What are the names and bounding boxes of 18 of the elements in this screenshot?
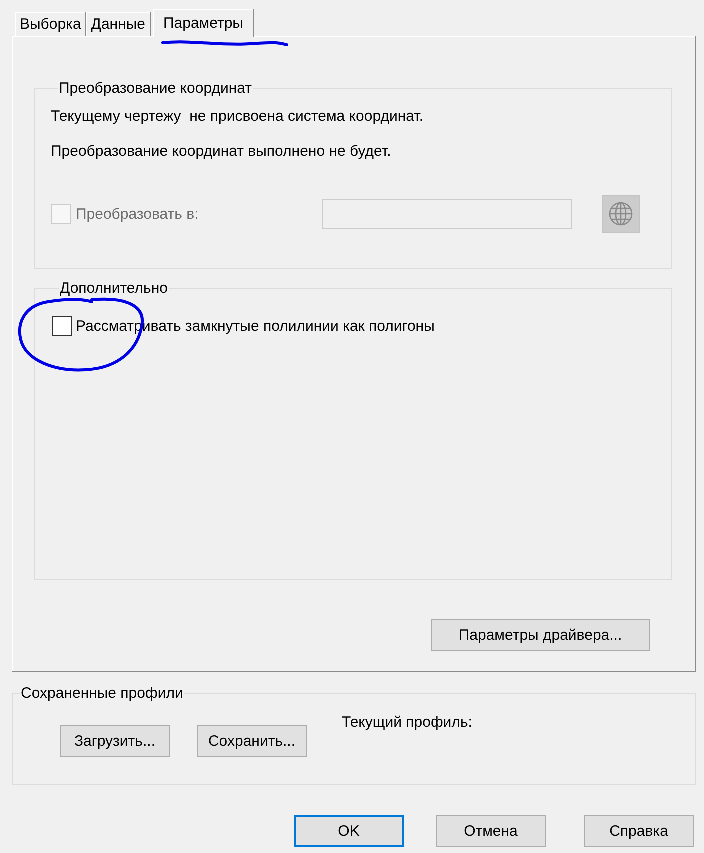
globe-icon [609, 202, 633, 226]
dialog-button[interactable]: OK [294, 815, 404, 847]
info-text: Преобразование координат выполнено не будет. [51, 142, 392, 162]
group-title: Преобразование координат [58, 80, 253, 97]
dialog-button[interactable]: Отмена [436, 815, 546, 847]
tab[interactable]: Данные [86, 12, 150, 36]
dialog-button[interactable]: Справка [584, 815, 694, 847]
checkbox[interactable] [52, 316, 72, 336]
driver-settings-button[interactable]: Параметры драйвера... [431, 619, 650, 651]
info-text: Текущему чертежу не присвоена система координат. [51, 107, 425, 127]
group-title: Дополнительно [59, 280, 169, 297]
tab[interactable]: Параметры [152, 9, 254, 37]
profile-button[interactable]: Сохранить... [197, 725, 307, 757]
group-title: Сохраненные профили [20, 685, 184, 702]
checkbox-label: Преобразовать в: [76, 206, 199, 222]
current-profile-label: Текущий профиль: [342, 714, 472, 731]
tab[interactable]: Выборка [15, 12, 86, 36]
profile-button[interactable]: Загрузить... [60, 725, 170, 757]
